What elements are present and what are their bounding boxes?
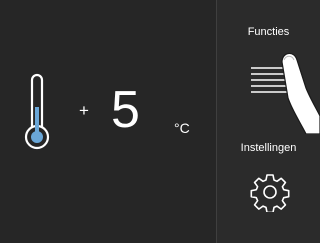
settings-button[interactable]: Instellingen xyxy=(217,132,320,232)
temperature-panel: + 5 °C xyxy=(0,0,216,243)
thermometer-icon xyxy=(24,73,50,150)
temperature-sign: + xyxy=(79,101,89,120)
gear-icon xyxy=(250,174,290,212)
temperature-unit: °C xyxy=(174,120,190,136)
temperature-value: 5 xyxy=(111,81,140,139)
settings-label: Instellingen xyxy=(240,142,297,154)
finger-pointer-icon xyxy=(281,52,320,134)
functions-label: Functies xyxy=(247,26,290,38)
appliance-screen: + 5 °C Functies Instellingen xyxy=(0,0,320,243)
